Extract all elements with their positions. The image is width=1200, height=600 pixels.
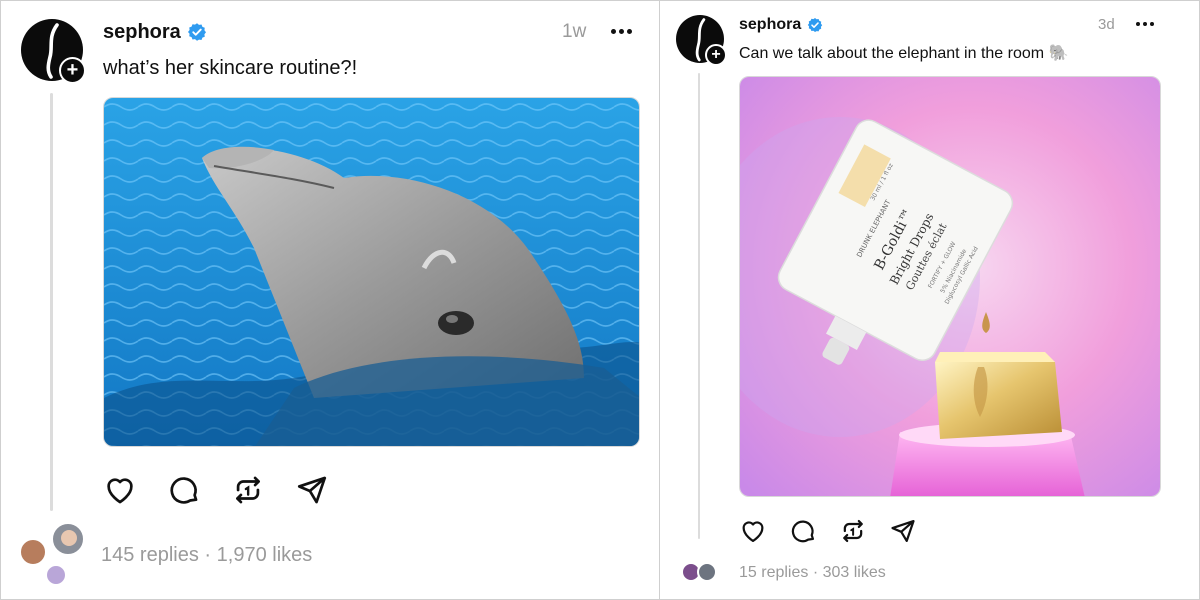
replies-count[interactable]: 15 replies <box>739 564 808 581</box>
replier-avatar <box>697 562 717 582</box>
post-timestamp: 1w <box>562 21 587 42</box>
post-card-2: + sephora 3d Can we talk about the eleph… <box>659 0 1200 600</box>
follow-plus-icon[interactable]: + <box>59 57 86 84</box>
comment-icon[interactable] <box>167 473 201 507</box>
thread-line <box>50 93 53 511</box>
more-options-icon[interactable] <box>611 29 632 34</box>
thread-line <box>698 73 700 539</box>
likes-count[interactable]: 303 likes <box>823 564 886 581</box>
heart-icon[interactable] <box>103 473 137 507</box>
comment-icon[interactable] <box>789 517 817 545</box>
replier-avatar <box>45 564 67 586</box>
post-stats: 145 replies · 1,970 likes <box>101 544 312 567</box>
username-text[interactable]: sephora <box>739 16 801 34</box>
replies-count[interactable]: 145 replies <box>101 544 199 566</box>
profile-avatar[interactable]: + <box>21 19 86 84</box>
post-card-1: + sephora 1w what’s her skincare routine… <box>0 0 660 600</box>
share-icon[interactable] <box>889 517 917 545</box>
profile-avatar[interactable]: + <box>676 15 727 66</box>
username[interactable]: sephora <box>739 15 823 35</box>
product-photo: B-Goldi™ Bright Drops Gouttes éclat DRUN… <box>740 77 1160 496</box>
replier-avatar <box>19 538 47 566</box>
stats-separator: · <box>812 564 819 581</box>
action-bar <box>739 517 917 545</box>
repost-icon[interactable] <box>231 473 265 507</box>
post-caption: Can we talk about the elephant in the ro… <box>739 45 1069 62</box>
follow-plus-icon[interactable]: + <box>705 44 727 66</box>
post-caption: what’s her skincare routine?! <box>103 57 358 79</box>
more-options-icon[interactable] <box>1136 22 1154 26</box>
stats-separator: · <box>204 544 212 566</box>
repost-icon[interactable] <box>839 517 867 545</box>
verified-badge-icon <box>187 23 206 41</box>
post-image[interactable]: B-Goldi™ Bright Drops Gouttes éclat DRUN… <box>739 76 1161 497</box>
post-timestamp: 3d <box>1098 16 1115 33</box>
post-image[interactable] <box>103 97 640 447</box>
post-stats: 15 replies · 303 likes <box>739 564 886 582</box>
username[interactable]: sephora <box>103 19 207 45</box>
heart-icon[interactable] <box>739 517 767 545</box>
share-icon[interactable] <box>295 473 329 507</box>
username-text[interactable]: sephora <box>103 21 181 44</box>
likes-count[interactable]: 1,970 likes <box>217 544 313 566</box>
replier-avatar <box>51 522 85 556</box>
action-bar <box>103 473 329 507</box>
dolphin-photo <box>104 98 639 446</box>
verified-badge-icon <box>808 18 823 32</box>
